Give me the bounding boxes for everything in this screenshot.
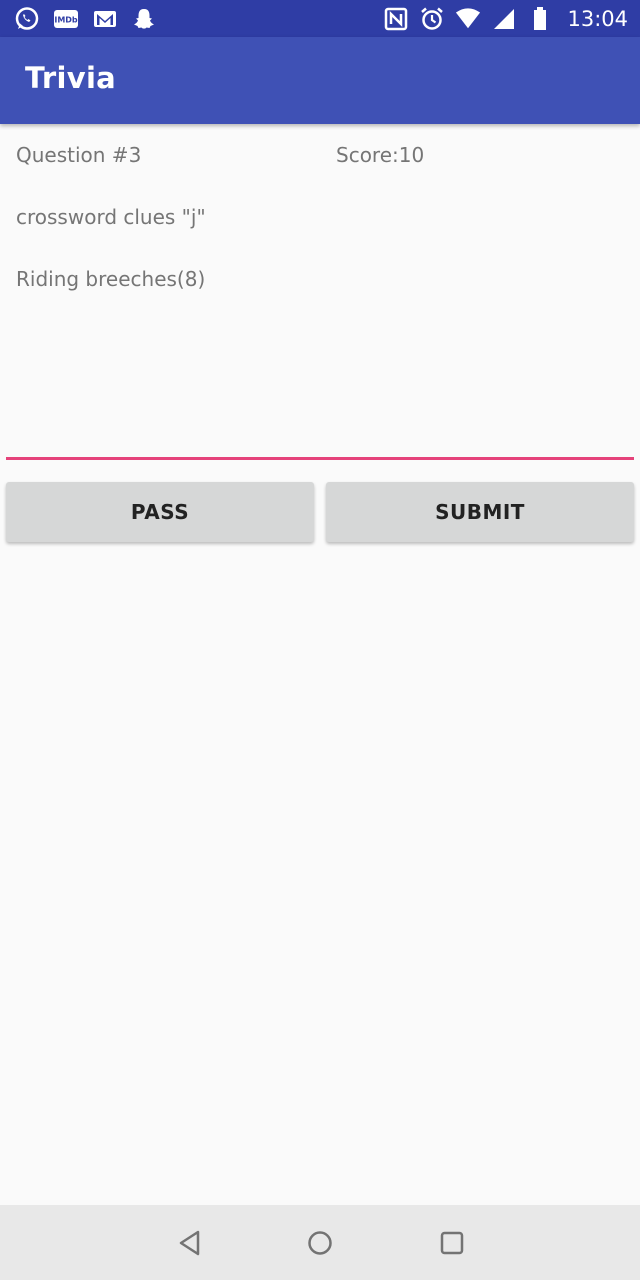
signal-icon bbox=[491, 6, 517, 32]
navigation-bar bbox=[0, 1205, 640, 1280]
question-category: crossword clues "j" bbox=[16, 205, 206, 229]
recents-icon[interactable] bbox=[434, 1225, 470, 1261]
svg-text:IMDb: IMDb bbox=[54, 16, 78, 25]
nfc-icon bbox=[383, 6, 409, 32]
back-icon[interactable] bbox=[172, 1225, 208, 1261]
answer-input[interactable] bbox=[6, 300, 634, 460]
snapchat-icon bbox=[131, 6, 157, 32]
submit-button[interactable]: SUBMIT bbox=[326, 482, 634, 542]
app-title: Trivia bbox=[25, 61, 117, 95]
question-clue: Riding breeches(8) bbox=[16, 267, 206, 291]
alarm-icon bbox=[419, 6, 445, 32]
gmail-icon bbox=[92, 6, 118, 32]
pass-button[interactable]: PASS bbox=[6, 482, 314, 542]
imdb-icon: IMDb bbox=[53, 6, 79, 32]
status-bar: IMDb 13:04 bbox=[0, 0, 640, 37]
home-icon[interactable] bbox=[302, 1225, 338, 1261]
wifi-icon bbox=[455, 6, 481, 32]
trivia-screen: IMDb 13:04 Trivia Question #3 Score:10 c… bbox=[0, 0, 640, 1280]
app-bar: Trivia bbox=[0, 37, 640, 124]
battery-icon bbox=[527, 6, 553, 32]
question-number: Question #3 bbox=[16, 143, 142, 167]
status-time: 13:04 bbox=[567, 7, 628, 31]
score-label: Score:10 bbox=[336, 143, 425, 167]
whatsapp-icon bbox=[14, 6, 40, 32]
